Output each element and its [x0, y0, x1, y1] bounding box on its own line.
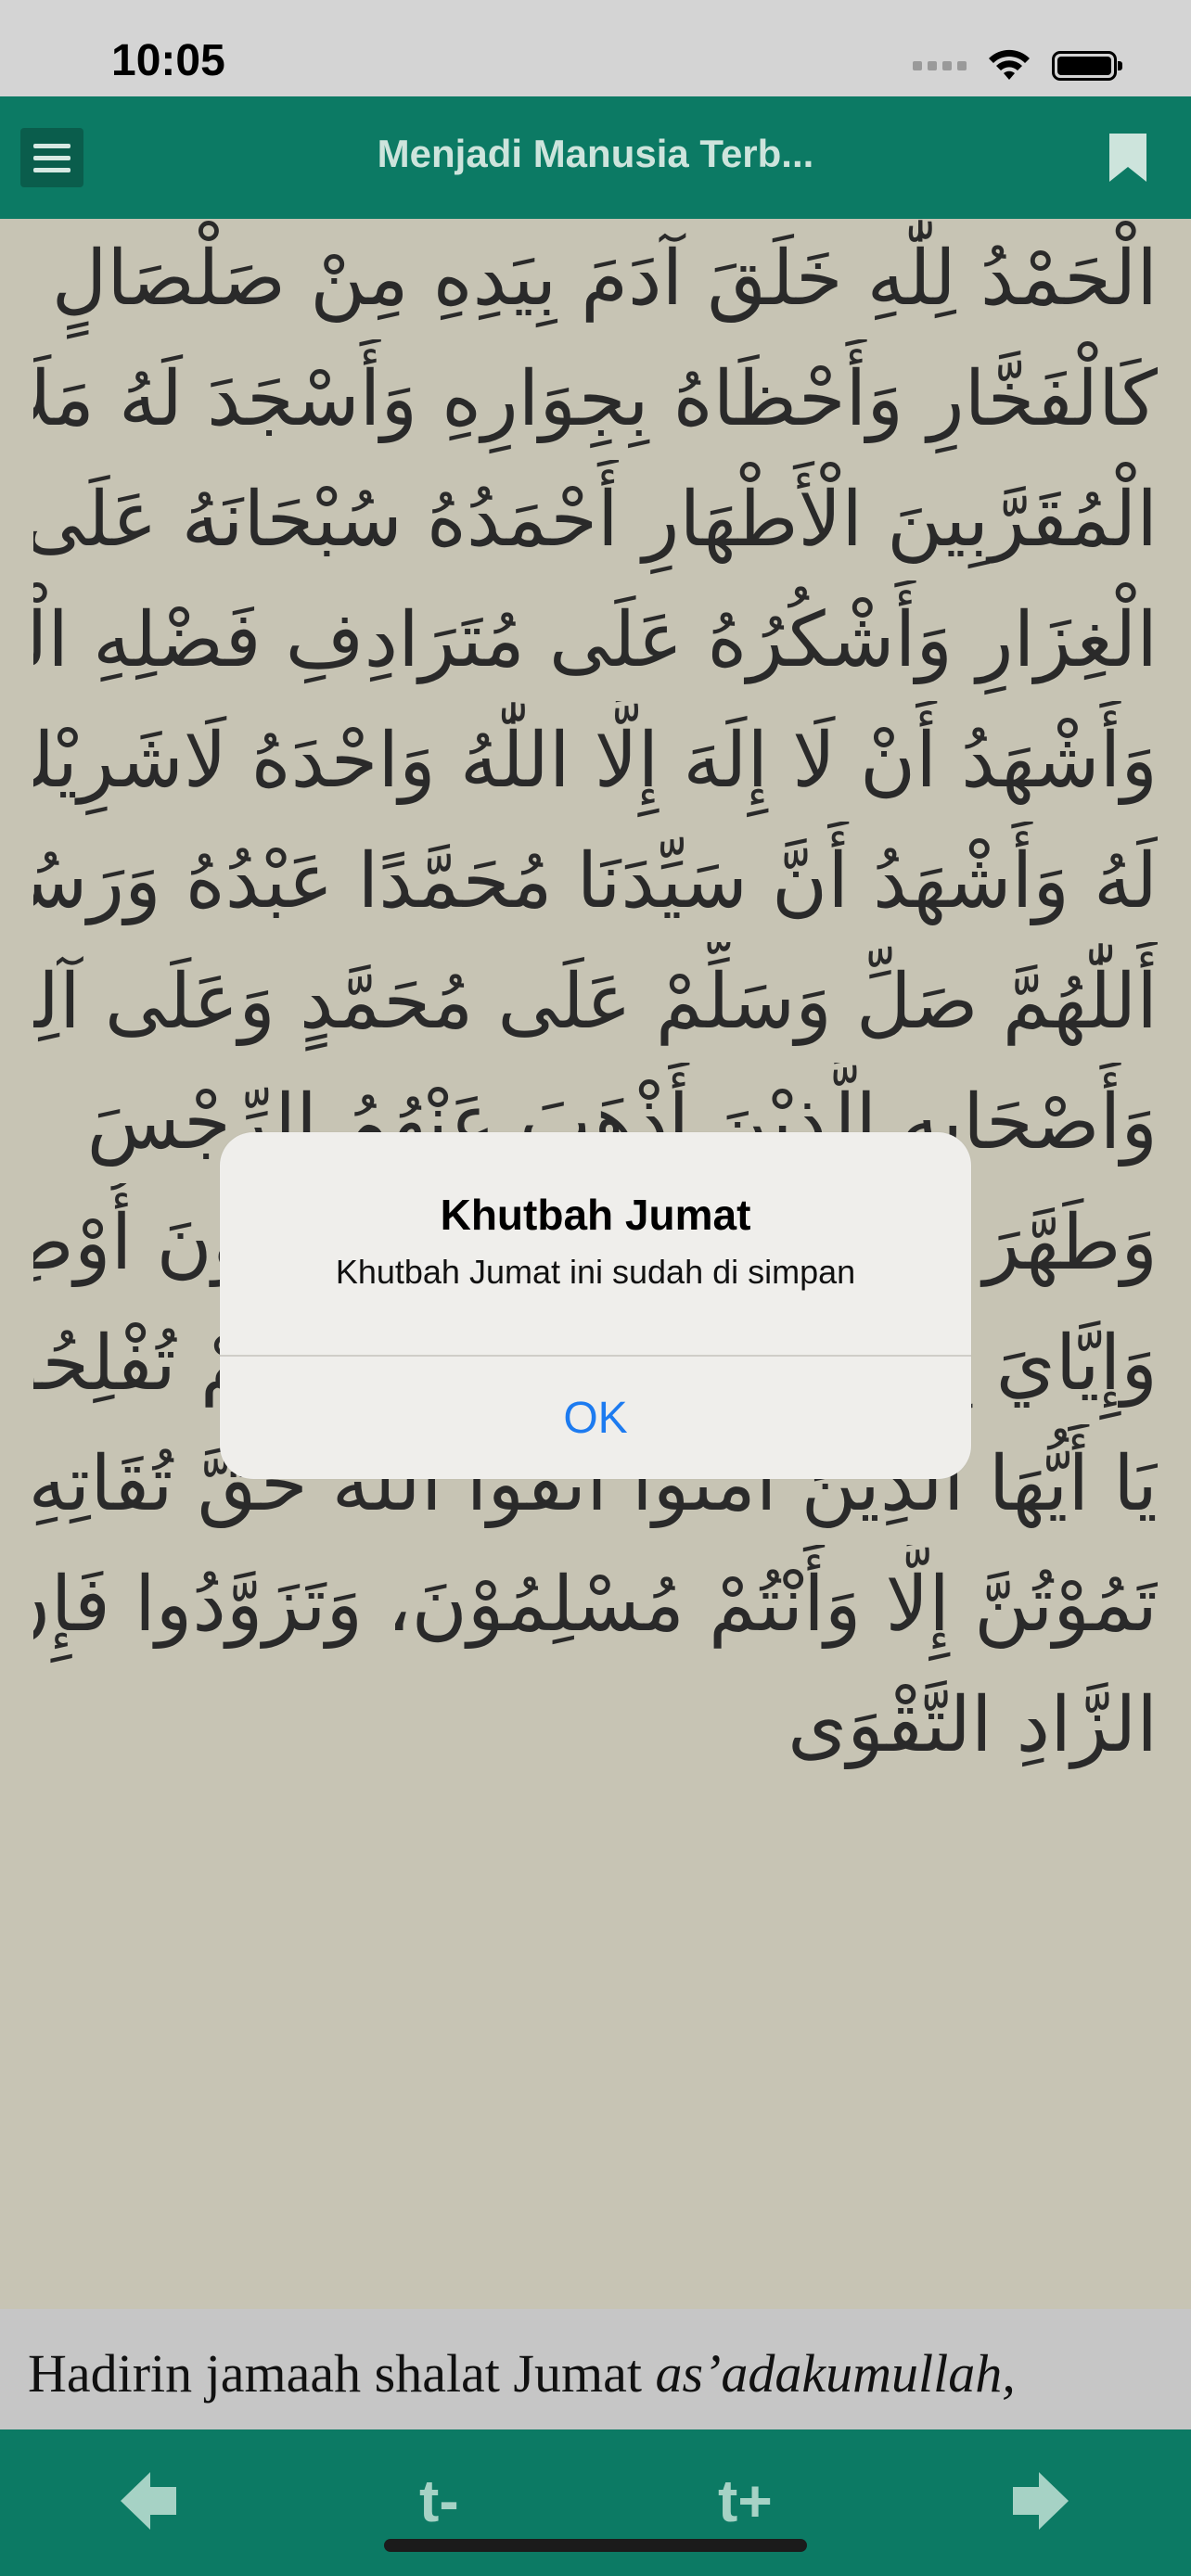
- translation-text: Hadirin jamaah shalat Jumat as’adakumull…: [28, 2343, 1016, 2404]
- bottom-toolbar: t- t+: [0, 2429, 1191, 2576]
- translation-panel: Hadirin jamaah shalat Jumat as’adakumull…: [0, 2309, 1191, 2429]
- status-bar: 10:05: [0, 0, 1191, 96]
- next-arrow-icon[interactable]: [1011, 2468, 1070, 2533]
- battery-icon: [1052, 51, 1122, 81]
- arabic-line: الْغِزَارِ وَأَشْكُرُهُ عَلَى مُتَرَادِف…: [33, 596, 1158, 684]
- arabic-line: الْحَمْدُ لِلّٰهِ خَلَقَ آدَمَ بِيَدِهِ …: [51, 235, 1158, 323]
- alert-title: Khutbah Jumat: [440, 1191, 751, 1239]
- wifi-icon: [989, 49, 1030, 80]
- arabic-line: تَمُوْتُنَّ إِلَّا وَأَنْتُمْ مُسْلِمُوْ…: [33, 1561, 1158, 1649]
- status-indicators: [913, 45, 1122, 87]
- alert-dialog: Khutbah Jumat Khutbah Jumat ini sudah di…: [220, 1132, 971, 1479]
- arabic-line: لَهُ وَأَشْهَدُ أَنَّ سَيِّدَنَا مُحَمَّ…: [33, 837, 1158, 925]
- navigation-bar: Menjadi Manusia Terb...: [0, 96, 1191, 219]
- arabic-line: وَأَشْهَدُ أَنْ لَا إِلَهَ إِلَّا اللّٰه…: [33, 717, 1158, 805]
- arabic-line: كَالْفَخَّارِ وَأَحْظَاهُ بِجِوَارِهِ وَ…: [33, 355, 1158, 443]
- arabic-line: أَللّٰهُمَّ صَلِّ وَسَلِّمْ عَلَى مُحَمَ…: [33, 958, 1158, 1046]
- ok-button[interactable]: OK: [220, 1357, 971, 1479]
- bookmark-icon[interactable]: [1108, 132, 1148, 184]
- menu-button[interactable]: [20, 128, 83, 187]
- alert-message: Khutbah Jumat ini sudah di simpan: [335, 1253, 856, 1291]
- hamburger-icon: [33, 143, 70, 148]
- previous-arrow-icon[interactable]: [119, 2468, 178, 2533]
- font-smaller-button[interactable]: t-: [419, 2468, 459, 2533]
- page-title: Menjadi Manusia Terb...: [377, 132, 814, 175]
- arabic-line: الزَّادِ التَّقْوَى: [788, 1681, 1158, 1769]
- font-larger-button[interactable]: t+: [718, 2468, 773, 2533]
- home-indicator: [384, 2539, 807, 2552]
- arabic-line: الْمُقَرَّبِينَ الْأَطْهَارِ أَحْمَدُهُ …: [33, 476, 1158, 564]
- cellular-signal-icon: [913, 61, 967, 70]
- status-time: 10:05: [111, 36, 225, 85]
